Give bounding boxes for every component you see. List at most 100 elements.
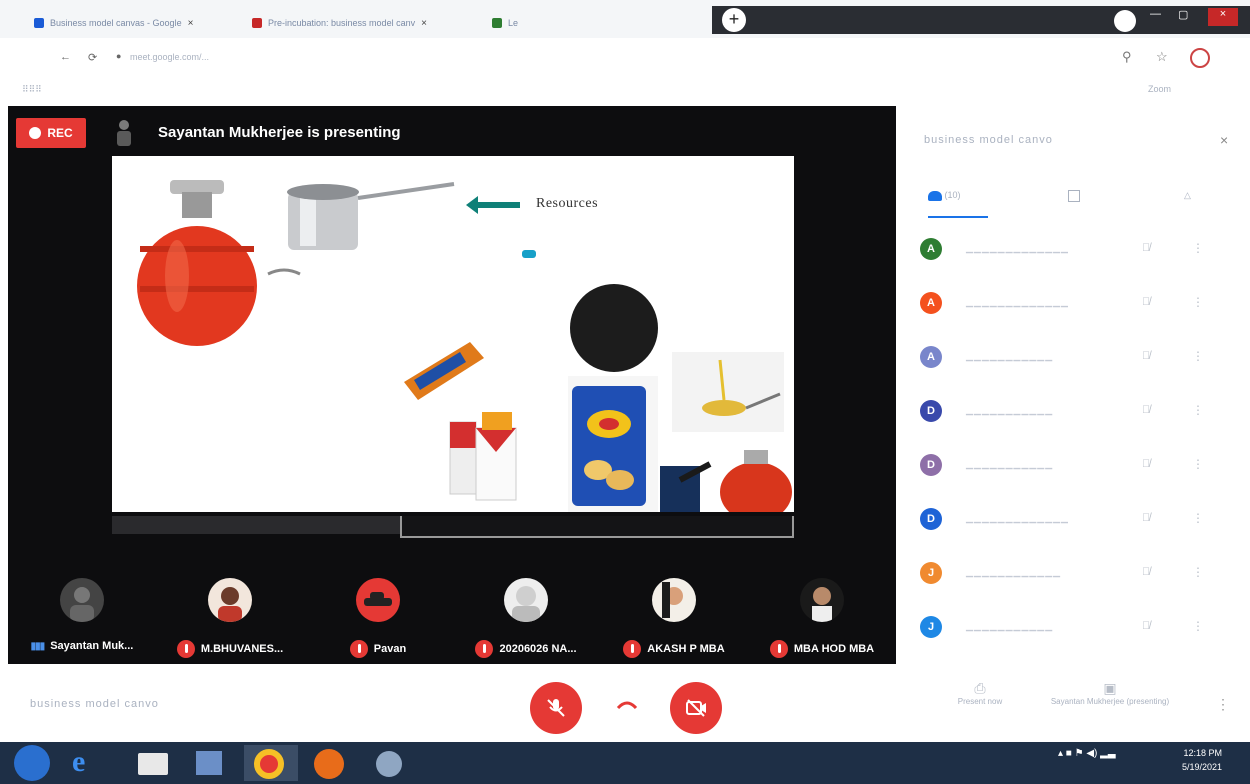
more-options-icon[interactable]: ⋮ [1192, 403, 1204, 417]
participant-tile[interactable]: AKASH P MBA [600, 564, 748, 664]
list-item[interactable]: A ▁▁▁▁▁▁▁▁▁▁▁ 🎙̸ ⋮ [906, 342, 1250, 396]
more-options-icon[interactable]: ⋮ [1192, 349, 1204, 363]
present-now-label: Present now [957, 697, 1003, 706]
person-photo-icon [662, 582, 683, 618]
firefox-icon[interactable] [304, 745, 358, 781]
app-icon[interactable] [366, 745, 416, 781]
start-button[interactable] [14, 745, 50, 781]
mic-off-icon: 🎙̸ [1142, 566, 1151, 578]
cigarette-pack-image [449, 412, 517, 501]
more-options-icon[interactable]: ⋮ [1216, 696, 1230, 713]
browser-tab-strip: Business model canvas - Google × Pre-inc… [0, 0, 1250, 38]
system-clock[interactable]: 12:18 PM 5/19/2021 [1182, 746, 1222, 774]
back-icon[interactable]: ← [60, 51, 71, 63]
list-item[interactable]: D ▁▁▁▁▁▁▁▁▁▁▁ 🎙̸ ⋮ [906, 450, 1250, 504]
participant-tile[interactable]: ▮▮▮ Sayantan Muk... [8, 564, 156, 664]
present-icon: ⎙ [974, 680, 986, 696]
tab-chat[interactable] [1068, 190, 1080, 218]
browser-tab[interactable]: Le [492, 10, 518, 36]
recording-badge: REC [16, 118, 86, 148]
participant-name-blurred: ▁▁▁▁▁▁▁▁▁▁▁▁▁ [966, 297, 1069, 307]
meeting-info-row: ⠿⠿⠿ Zoom [0, 80, 1250, 102]
mic-off-icon [176, 640, 195, 658]
avatar-icon[interactable] [1190, 48, 1210, 68]
participant-tile[interactable]: MBA HOD MBA [748, 564, 896, 664]
meeting-controls-bar: business model canvo ⎙ Present now ▣ Say… [0, 672, 1250, 742]
file-explorer-icon[interactable] [134, 745, 174, 781]
mic-off-icon [769, 640, 788, 658]
close-tab-icon[interactable]: × [421, 18, 427, 29]
tray-icons[interactable]: ▴ ■ ⚑ ◀) ▂▃ [1058, 748, 1116, 759]
chrome-icon[interactable] [244, 745, 298, 781]
presenter-status[interactable]: ▣ Sayantan Mukherjee (presenting) [1050, 680, 1170, 706]
clock-date: 5/19/2021 [1182, 762, 1223, 772]
camera-toggle-button[interactable] [670, 682, 722, 734]
minimize-icon[interactable]: — [1150, 8, 1161, 26]
oil-spoon-image [672, 352, 784, 432]
more-options-icon[interactable]: ⋮ [1192, 565, 1204, 579]
maximize-icon[interactable]: ▢ [1178, 8, 1188, 26]
list-item[interactable]: D ▁▁▁▁▁▁▁▁▁▁▁ 🎙̸ ⋮ [906, 396, 1250, 450]
shapes-icon: △ [1184, 190, 1191, 200]
browser-tab[interactable]: Business model canvas - Google × [34, 10, 193, 36]
record-dot-icon [29, 127, 42, 139]
list-item[interactable]: A ▁▁▁▁▁▁▁▁▁▁▁▁▁ 🎙̸ ⋮ [906, 288, 1250, 342]
star-icon[interactable]: ☆ [1156, 49, 1168, 65]
mic-toggle-button[interactable] [530, 682, 582, 734]
participant-name-blurred: ▁▁▁▁▁▁▁▁▁▁▁ [966, 621, 1054, 631]
internet-explorer-icon[interactable]: e [72, 745, 112, 781]
list-item[interactable]: D ▁▁▁▁▁▁▁▁▁▁▁▁▁ 🎙̸ ⋮ [906, 504, 1250, 558]
more-options-icon[interactable]: ⋮ [1192, 241, 1204, 255]
mic-off-icon: 🎙̸ [1142, 242, 1151, 254]
avatar: D [920, 400, 942, 422]
participant-name-blurred: ▁▁▁▁▁▁▁▁▁▁▁ [966, 405, 1054, 415]
key-icon[interactable]: ⚲ [1122, 49, 1132, 65]
profile-icon[interactable] [1114, 10, 1136, 32]
windows-taskbar: e ▴ ■ ⚑ ◀) ▂▃ 12:18 PM 5/19/2021 [0, 742, 1250, 784]
participant-tile[interactable]: M.BHUVANES... [156, 564, 304, 664]
biscuit-packet-image [404, 342, 484, 400]
avatar: D [920, 454, 942, 476]
tab-activities[interactable]: △ [1184, 190, 1191, 218]
close-panel-icon[interactable]: × [1220, 132, 1228, 148]
people-count: (10) [944, 190, 961, 200]
url-field[interactable]: meet.google.com/... [130, 52, 209, 62]
mic-off-icon [475, 640, 494, 658]
participant-name-blurred: ▁▁▁▁▁▁▁▁▁▁▁▁▁ [966, 243, 1069, 253]
participant-name-blurred: ▁▁▁▁▁▁▁▁▁▁▁▁ [966, 567, 1062, 577]
media-player-icon[interactable] [190, 745, 230, 781]
tab-favicon-icon [252, 18, 262, 28]
participant-name-row: 20206026 NA... [452, 640, 600, 658]
avatar: A [920, 238, 942, 260]
more-options-icon[interactable]: ⋮ [1192, 457, 1204, 471]
avatar [208, 578, 252, 622]
participant-name: MBA HOD MBA [793, 643, 875, 655]
close-tab-icon[interactable]: × [188, 18, 194, 29]
participant-tile[interactable]: Pavan [304, 564, 452, 664]
avatar [504, 578, 548, 622]
list-item[interactable]: A ▁▁▁▁▁▁▁▁▁▁▁▁▁ 🎙̸ ⋮ [906, 234, 1250, 288]
saucepan-image [287, 182, 455, 250]
new-tab-icon[interactable]: + [722, 8, 746, 32]
tab-people[interactable]: (10) [928, 190, 988, 218]
present-now-button[interactable]: ⎙ Present now [940, 680, 1020, 706]
list-item[interactable]: J ▁▁▁▁▁▁▁▁▁▁▁▁ 🎙̸ ⋮ [906, 558, 1250, 612]
participant-name: 20206026 NA... [499, 643, 577, 655]
hang-up-button[interactable] [616, 700, 638, 710]
main-stage: REC Sayantan Mukherjee is presenting Res… [8, 106, 896, 664]
list-item[interactable]: J ▁▁▁▁▁▁▁▁▁▁▁ 🎙̸ ⋮ [906, 612, 1250, 666]
meeting-link[interactable]: Zoom [1148, 84, 1171, 94]
reload-icon[interactable]: ⟳ [88, 51, 97, 64]
close-window-icon[interactable]: × [1208, 8, 1238, 26]
avatar [652, 578, 696, 622]
tab-title: Pre-incubation: business model canv [268, 18, 416, 28]
participant-tile[interactable]: 20206026 NA... [452, 564, 600, 664]
more-options-icon[interactable]: ⋮ [1192, 511, 1204, 525]
mic-off-icon [349, 640, 368, 658]
more-options-icon[interactable]: ⋮ [1192, 619, 1204, 633]
participant-name-blurred: ▁▁▁▁▁▁▁▁▁▁▁ [966, 351, 1054, 361]
participant-name-row: MBA HOD MBA [748, 640, 896, 658]
more-options-icon[interactable]: ⋮ [1192, 295, 1204, 309]
speaking-icon: ▮▮▮ [30, 640, 45, 652]
browser-tab[interactable]: Pre-incubation: business model canv × [252, 10, 427, 36]
